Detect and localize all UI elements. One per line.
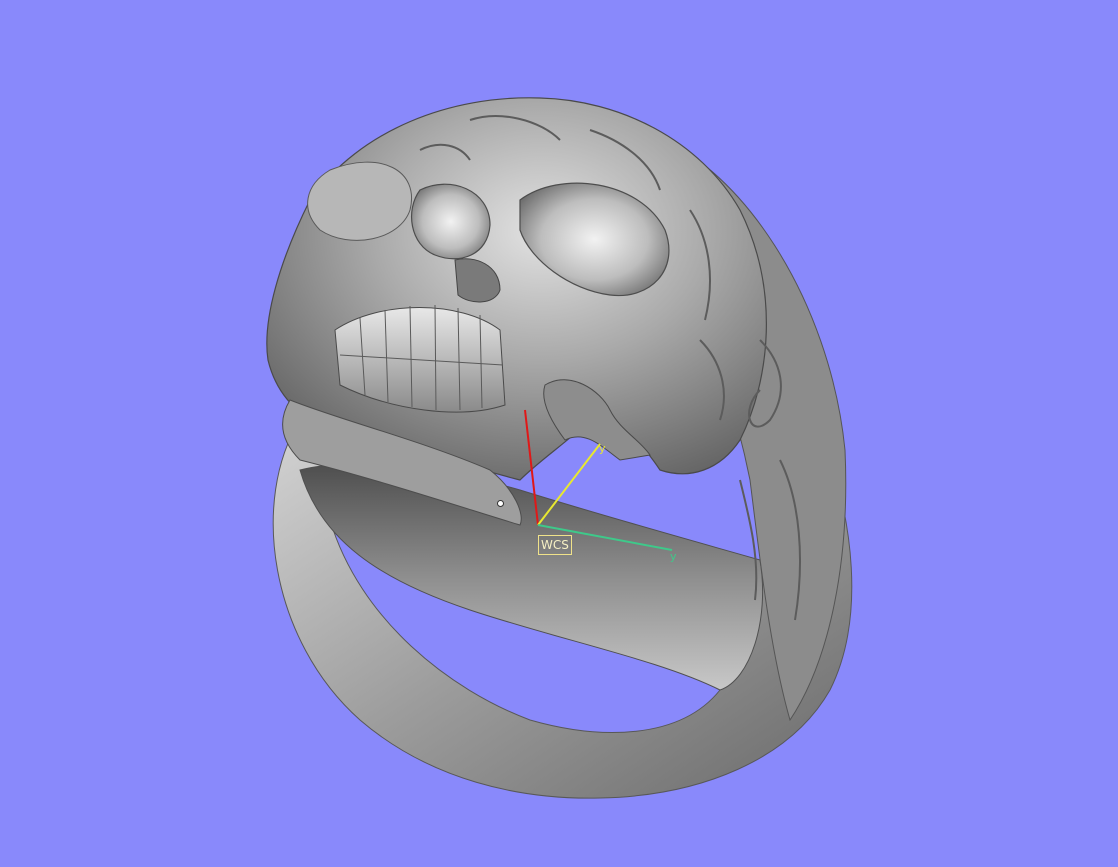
3d-viewport[interactable]: y y WCS — [0, 0, 1118, 867]
axis-y-label: y — [599, 442, 606, 455]
skull-temple-left — [307, 161, 412, 241]
pivot-point-marker[interactable] — [497, 500, 504, 507]
wcs-label: WCS — [538, 535, 572, 555]
skull-ring-model[interactable] — [0, 0, 1118, 867]
axis-z-label: y — [670, 550, 677, 563]
